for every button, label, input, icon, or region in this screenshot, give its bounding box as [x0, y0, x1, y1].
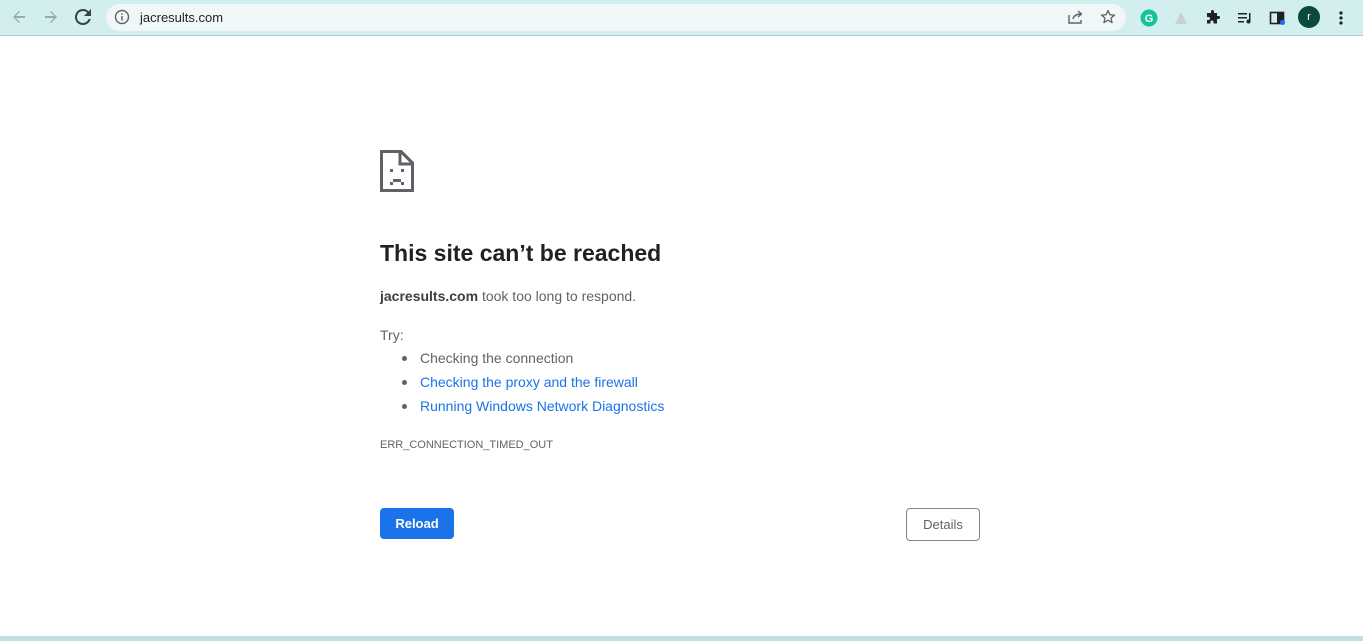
- error-description: jacresults.com took too long to respond.: [380, 288, 636, 304]
- error-host: jacresults.com: [380, 288, 479, 304]
- media-queue-icon[interactable]: [1235, 8, 1255, 28]
- kebab-menu-icon[interactable]: [1331, 8, 1351, 28]
- info-icon[interactable]: [114, 9, 130, 30]
- list-item: Checking the proxy and the firewall: [401, 370, 664, 394]
- details-button[interactable]: Details: [906, 508, 980, 541]
- arrow-left-icon: [13, 11, 25, 23]
- reload-toolbar-button[interactable]: [69, 4, 97, 30]
- bottom-frame-edge: [0, 636, 1363, 641]
- url-text[interactable]: jacresults.com: [140, 10, 223, 25]
- suggestion-check-connection: Checking the connection: [420, 350, 574, 366]
- list-item: Running Windows Network Diagnostics: [401, 394, 664, 418]
- list-item: Checking the connection: [401, 346, 664, 370]
- address-bar[interactable]: jacresults.com: [106, 4, 1126, 31]
- profile-avatar[interactable]: r: [1298, 6, 1320, 28]
- error-code: ERR_CONNECTION_TIMED_OUT: [380, 439, 553, 451]
- reload-icon: [75, 9, 91, 25]
- arrow-right-icon: [45, 11, 57, 23]
- suggestion-network-diagnostics-link[interactable]: Running Windows Network Diagnostics: [420, 398, 664, 414]
- share-icon[interactable]: [1067, 9, 1084, 30]
- triangle-extension-icon[interactable]: [1171, 8, 1191, 28]
- reload-button[interactable]: Reload: [380, 508, 454, 539]
- puzzle-icon[interactable]: [1203, 8, 1223, 28]
- back-button[interactable]: [5, 4, 33, 30]
- error-message: took too long to respond.: [481, 288, 637, 304]
- side-panel-icon[interactable]: [1267, 8, 1287, 28]
- page-title: This site can’t be reached: [380, 240, 662, 266]
- svg-text:G: G: [1145, 13, 1154, 25]
- try-label: Try:: [380, 327, 404, 343]
- grammarly-icon[interactable]: G: [1139, 8, 1159, 28]
- sad-document-icon: [380, 150, 414, 197]
- browser-toolbar: jacresults.com G r: [0, 0, 1363, 36]
- forward-button[interactable]: [37, 4, 65, 30]
- suggestions-list: Checking the connection Checking the pro…: [380, 346, 664, 418]
- star-icon[interactable]: [1100, 9, 1116, 30]
- suggestion-proxy-firewall-link[interactable]: Checking the proxy and the firewall: [420, 374, 638, 390]
